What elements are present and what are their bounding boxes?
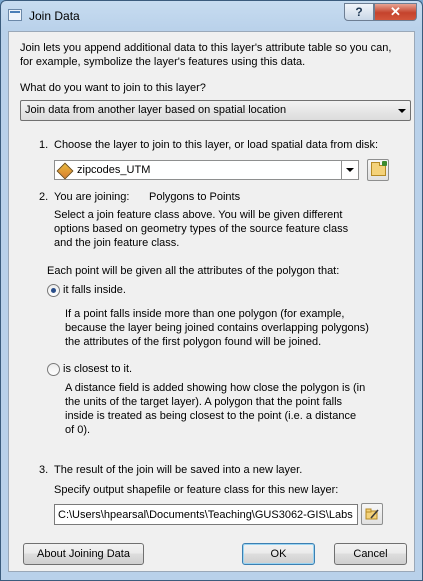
chevron-down-icon: [341, 161, 358, 179]
polygon-layer-icon: [56, 162, 74, 180]
folder-edit-icon: [365, 508, 379, 520]
title-bar[interactable]: Join Data ? ✕: [1, 1, 422, 31]
closest-description-line-3: inside is treated as being closest to th…: [65, 410, 357, 422]
close-icon: ✕: [390, 4, 401, 19]
output-path-input[interactable]: C:\Users\hpearsal\Documents\Teaching\GUS…: [54, 504, 358, 525]
output-path-value: C:\Users\hpearsal\Documents\Teaching\GUS…: [58, 509, 353, 521]
step1-number: 1.: [39, 139, 49, 151]
step2-number: 2.: [39, 191, 49, 203]
closest-description-line-2: the units of the target layer). A polygo…: [65, 396, 343, 408]
window-app-icon: [8, 9, 22, 21]
dialog-body: Join lets you append additional data to …: [8, 31, 415, 572]
join-type-dropdown[interactable]: Join data from another layer based on sp…: [20, 100, 411, 121]
join-type-selected: Join data from another layer based on sp…: [25, 104, 287, 116]
step3-sub-label: Specify output shapefile or feature clas…: [54, 484, 339, 496]
step3-label: The result of the join will be saved int…: [54, 464, 303, 476]
closest-description-line-4: of 0).: [65, 424, 91, 436]
closest-label[interactable]: is closest to it.: [63, 363, 132, 376]
browse-output-button[interactable]: [361, 503, 383, 525]
closest-radio[interactable]: [47, 363, 60, 376]
intro-line-1: Join lets you append additional data to …: [20, 42, 392, 54]
point-options-heading: Each point will be given all the attribu…: [47, 265, 340, 277]
help-icon: ?: [355, 5, 363, 19]
join-type-question: What do you want to join to this layer?: [20, 82, 206, 94]
cancel-button[interactable]: Cancel: [334, 543, 407, 565]
folder-open-icon: [371, 161, 387, 176]
join-geometry-value: Polygons to Points: [149, 191, 241, 203]
ok-button[interactable]: OK: [242, 543, 315, 565]
step2-description-line-2: options based on geometry types of the s…: [54, 223, 349, 235]
step2-description-line-3: and the join feature class.: [54, 237, 180, 249]
falls-inside-radio[interactable]: [47, 284, 60, 297]
help-button[interactable]: ?: [344, 3, 374, 21]
layer-selected: zipcodes_UTM: [77, 164, 151, 176]
step3-number: 3.: [39, 464, 49, 476]
step2-label: You are joining:: [54, 191, 130, 203]
step1-label: Choose the layer to join to this layer, …: [54, 139, 379, 151]
about-joining-data-button[interactable]: About Joining Data: [23, 543, 144, 565]
falls-inside-description-line-3: the attributes of the first polygon foun…: [65, 336, 322, 348]
intro-line-2: for example, symbolize the layer's featu…: [20, 56, 306, 68]
close-button[interactable]: ✕: [374, 3, 417, 21]
join-data-window: Join Data ? ✕ Join lets you append addit…: [0, 0, 423, 581]
window-title: Join Data: [29, 9, 80, 23]
chevron-down-icon: [394, 101, 410, 120]
falls-inside-label[interactable]: it falls inside.: [63, 284, 126, 297]
falls-inside-description-line-2: because the layer being joined contains …: [65, 322, 369, 334]
falls-inside-description-line-1: If a point falls inside more than one po…: [65, 308, 345, 320]
browse-layer-button[interactable]: [367, 159, 389, 181]
closest-description-line-1: A distance field is added showing how cl…: [65, 382, 366, 394]
step2-description-line-1: Select a join feature class above. You w…: [54, 209, 343, 221]
layer-select-dropdown[interactable]: zipcodes_UTM: [54, 160, 359, 180]
